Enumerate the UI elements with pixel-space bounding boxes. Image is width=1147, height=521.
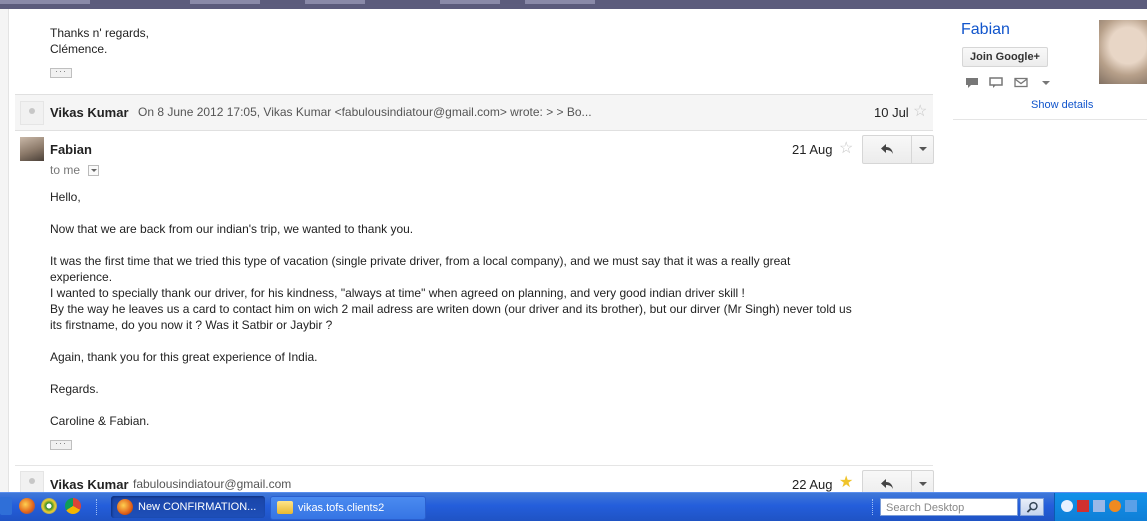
taskbar-window-button[interactable]: New CONFIRMATION... xyxy=(111,496,265,518)
show-trimmed-content-button[interactable]: ··· xyxy=(50,439,72,450)
join-google-plus-button[interactable]: Join Google+ xyxy=(962,47,1048,67)
signature-line: Thanks n' regards, xyxy=(50,26,150,40)
tray-app-icon[interactable] xyxy=(1077,500,1089,512)
body-line: It was the first time that we tried this… xyxy=(50,254,791,268)
recipient-line: to me xyxy=(50,163,81,177)
email-thread: Thanks n' regards, Clémence. ··· Vikas K… xyxy=(15,9,934,492)
chevron-down-icon xyxy=(919,147,927,151)
window-title: New CONFIRMATION... xyxy=(138,501,257,513)
avatar xyxy=(20,137,44,161)
strip-tab xyxy=(525,0,595,4)
reply-button[interactable] xyxy=(863,136,912,163)
show-details-link[interactable]: Show details xyxy=(1031,99,1093,111)
body-line: Hello, xyxy=(50,190,81,204)
signature-line: Clémence. xyxy=(50,42,108,56)
collapsed-message[interactable]: Vikas Kumar On 8 June 2012 17:05, Vikas … xyxy=(15,94,933,131)
divider xyxy=(15,465,933,466)
tray-arrow-icon[interactable] xyxy=(1061,500,1073,512)
search-icon xyxy=(1026,501,1038,513)
message-date: 10 Jul xyxy=(874,105,909,120)
body-line: Again, thank you for this great experien… xyxy=(50,350,318,364)
body-line: Regards. xyxy=(50,382,99,396)
more-actions-button[interactable] xyxy=(912,136,933,163)
firefox-icon[interactable] xyxy=(19,498,35,514)
avatar xyxy=(20,101,44,125)
reply-button-group xyxy=(862,135,934,164)
strip-tab xyxy=(0,0,90,4)
star-icon[interactable]: ☆ xyxy=(839,141,853,157)
strip-tab xyxy=(440,0,500,4)
star-icon[interactable]: ★ xyxy=(839,475,853,491)
windows-taskbar: New CONFIRMATION... vikas.tofs.clients2 … xyxy=(0,492,1147,521)
reply-icon xyxy=(881,144,893,154)
chevron-down-icon[interactable] xyxy=(1039,77,1053,88)
system-tray xyxy=(1054,493,1147,521)
body-line: experience. xyxy=(50,270,113,284)
taskbar-separator xyxy=(872,499,875,515)
media-player-icon[interactable] xyxy=(41,498,57,514)
chrome-icon[interactable] xyxy=(65,498,81,514)
message-date: 22 Aug xyxy=(792,477,833,492)
message-date: 21 Aug xyxy=(792,142,833,157)
browser-top-strip xyxy=(0,0,1147,9)
taskbar-separator xyxy=(96,499,99,515)
tray-app-icon[interactable] xyxy=(1125,500,1137,512)
strip-tab xyxy=(190,0,260,4)
firefox-icon xyxy=(117,499,133,515)
video-icon[interactable] xyxy=(989,77,1003,88)
taskbar-window-button[interactable]: vikas.tofs.clients2 xyxy=(270,496,426,520)
reply-button[interactable] xyxy=(863,471,912,492)
strip-tab xyxy=(305,0,365,4)
sender-name: Fabian xyxy=(50,142,92,157)
contact-name[interactable]: Fabian xyxy=(961,21,1010,39)
sender-email: fabulousindiatour@gmail.com xyxy=(133,477,292,491)
body-line: I wanted to specially thank our driver, … xyxy=(50,286,745,300)
desktop-search-input[interactable]: Search Desktop xyxy=(880,498,1018,516)
window-title: vikas.tofs.clients2 xyxy=(298,502,385,514)
body-line: its firstname, do you now it ? Was it Sa… xyxy=(50,318,333,332)
contact-panel: Fabian Join Google+ Show details xyxy=(953,9,1147,120)
sender-name: Vikas Kumar xyxy=(50,105,129,120)
network-icon[interactable] xyxy=(1093,500,1105,512)
body-line: Caroline & Fabian. xyxy=(50,414,150,428)
more-actions-button[interactable] xyxy=(912,471,933,492)
chat-icon[interactable] xyxy=(965,77,979,88)
reply-icon xyxy=(881,479,893,489)
body-line: By the way he leaves us a card to contac… xyxy=(50,302,852,316)
desktop-search-button[interactable] xyxy=(1020,498,1044,516)
show-trimmed-content-button[interactable]: ··· xyxy=(50,67,72,78)
tray-app-icon[interactable] xyxy=(1109,500,1121,512)
show-details-dropdown-icon[interactable] xyxy=(88,165,99,176)
star-icon[interactable]: ☆ xyxy=(913,104,927,120)
sender-name: Vikas Kumar xyxy=(50,477,129,492)
contact-photo xyxy=(1099,20,1147,84)
body-line: Now that we are back from our indian's t… xyxy=(50,222,414,236)
folder-icon xyxy=(277,501,293,514)
avatar xyxy=(20,471,44,492)
left-edge xyxy=(0,9,9,492)
mail-icon[interactable] xyxy=(1014,77,1028,88)
reply-button-group xyxy=(862,470,934,492)
message-snippet: On 8 June 2012 17:05, Vikas Kumar <fabul… xyxy=(138,105,592,119)
chevron-down-icon xyxy=(919,482,927,486)
start-edge-icon[interactable] xyxy=(0,497,12,515)
